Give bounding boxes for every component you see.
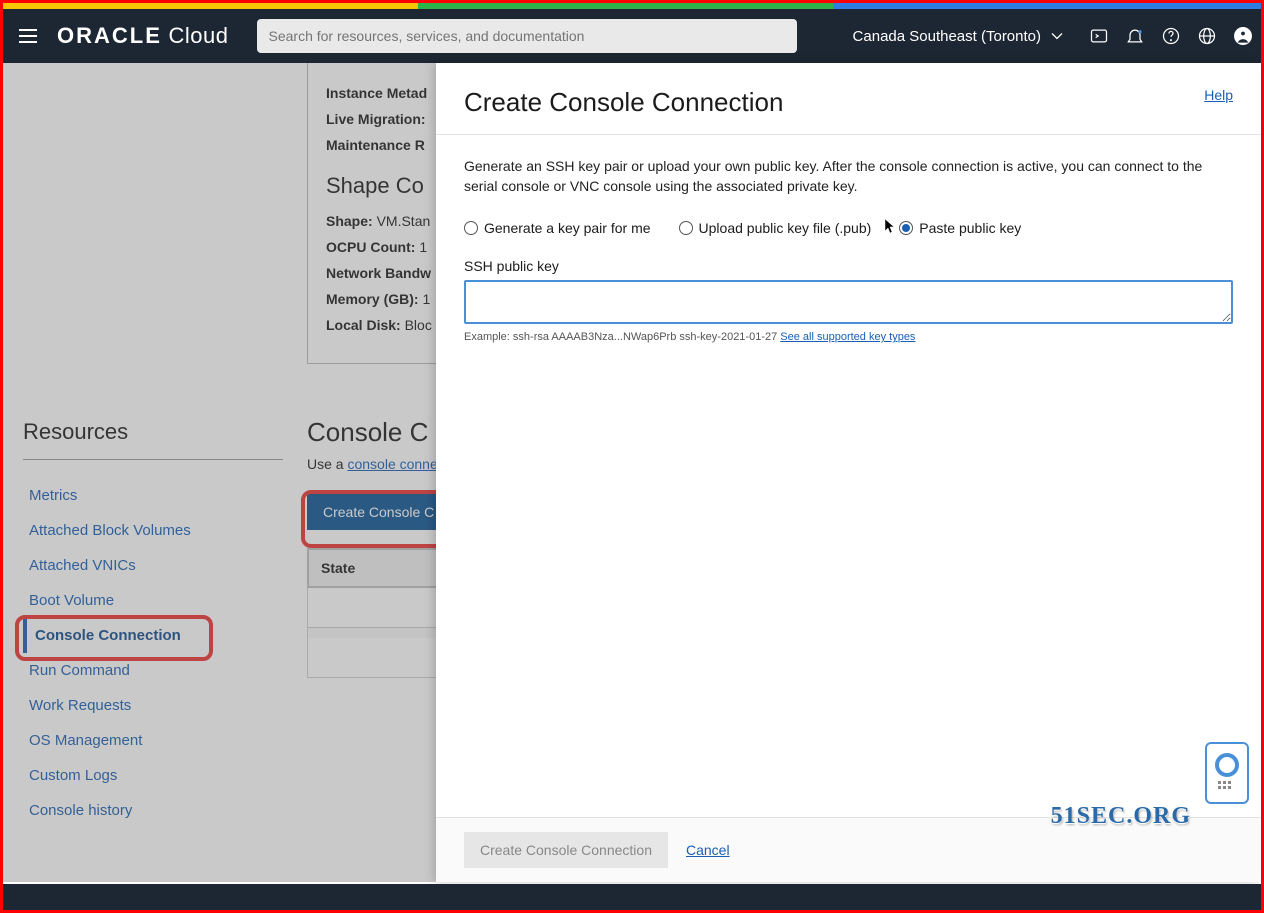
lifebuoy-icon bbox=[1215, 753, 1239, 777]
radio-label: Paste public key bbox=[919, 220, 1021, 236]
panel-intro-text: Generate an SSH key pair or upload your … bbox=[464, 157, 1233, 196]
ssh-example-text: Example: ssh-rsa AAAAB3Nza...NWap6Prb ss… bbox=[464, 331, 1233, 343]
radio-label: Generate a key pair for me bbox=[484, 220, 651, 236]
footer-bar bbox=[3, 884, 1261, 910]
menu-toggle[interactable] bbox=[3, 29, 53, 43]
drag-handle-icon bbox=[1218, 781, 1236, 793]
chevron-down-icon bbox=[1047, 26, 1067, 46]
radio-icon bbox=[679, 221, 693, 235]
ssh-key-option-group: Generate a key pair for me Upload public… bbox=[464, 220, 1233, 236]
search-input[interactable] bbox=[257, 19, 797, 53]
notifications-icon[interactable] bbox=[1117, 18, 1153, 54]
help-icon[interactable] bbox=[1153, 18, 1189, 54]
radio-icon bbox=[899, 221, 913, 235]
region-label: Canada Southeast (Toronto) bbox=[853, 28, 1041, 45]
brand-suffix: Cloud bbox=[169, 23, 229, 48]
floating-help-widget[interactable] bbox=[1205, 742, 1249, 804]
radio-upload-key[interactable]: Upload public key file (.pub) bbox=[679, 220, 872, 236]
global-header: ORACLE Cloud Canada Southeast (Toronto) bbox=[3, 9, 1261, 63]
profile-icon[interactable] bbox=[1225, 18, 1261, 54]
radio-generate-key[interactable]: Generate a key pair for me bbox=[464, 220, 651, 236]
ssh-public-key-input[interactable] bbox=[464, 280, 1233, 324]
radio-icon bbox=[464, 221, 478, 235]
create-console-connection-panel: Create Console Connection Help Generate … bbox=[436, 63, 1261, 882]
brand-logo: ORACLE Cloud bbox=[57, 23, 229, 49]
radio-paste-key[interactable]: Paste public key bbox=[899, 220, 1021, 236]
brand-name: ORACLE bbox=[57, 23, 162, 48]
cloud-shell-icon[interactable] bbox=[1081, 18, 1117, 54]
language-icon[interactable] bbox=[1189, 18, 1225, 54]
region-selector[interactable]: Canada Southeast (Toronto) bbox=[853, 26, 1067, 46]
radio-label: Upload public key file (.pub) bbox=[699, 220, 872, 236]
cancel-link[interactable]: Cancel bbox=[686, 842, 730, 858]
watermark-text: 51SEC.ORG bbox=[1051, 803, 1191, 830]
ssh-key-label: SSH public key bbox=[464, 258, 1233, 274]
create-console-connection-submit[interactable]: Create Console Connection bbox=[464, 832, 668, 868]
help-link[interactable]: Help bbox=[1204, 87, 1233, 103]
supported-key-types-link[interactable]: See all supported key types bbox=[780, 331, 915, 343]
panel-title: Create Console Connection bbox=[464, 87, 783, 118]
